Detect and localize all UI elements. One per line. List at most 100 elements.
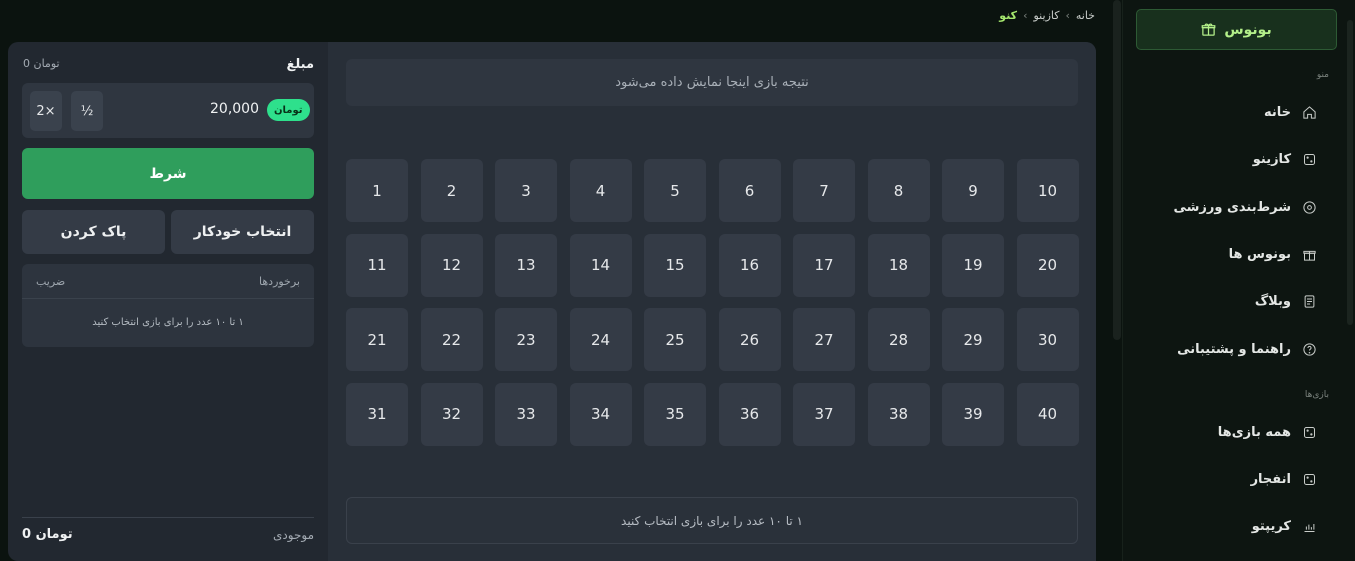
double-button[interactable]: 2× xyxy=(30,91,62,131)
number-cell-37[interactable]: 37 xyxy=(793,382,855,446)
number-cell-13[interactable]: 13 xyxy=(495,233,557,297)
sidebar-scrollbar[interactable] xyxy=(1347,20,1353,325)
number-cell-18[interactable]: 18 xyxy=(867,233,930,297)
chart-icon xyxy=(1301,518,1317,534)
result-bar: نتیجه بازی اینجا نمایش داده می‌شود xyxy=(346,59,1078,106)
menu-section-title: منو xyxy=(1316,70,1329,80)
bet-button[interactable]: شرط xyxy=(22,148,314,199)
hits-table: برخوردها ضریب ۱ تا ۱۰ عدد را برای بازی ا… xyxy=(22,264,314,347)
number-cell-32[interactable]: 32 xyxy=(420,382,483,446)
number-cell-27[interactable]: 27 xyxy=(793,308,855,371)
number-cell-40[interactable]: 40 xyxy=(1016,382,1079,446)
sidebar-item-label: انفجار xyxy=(1250,471,1291,487)
bonus-button-label: بونوس xyxy=(1224,21,1272,38)
balance-label: موجودی xyxy=(273,528,314,542)
divider xyxy=(22,517,314,518)
sidebar-item-casino[interactable]: کازینو xyxy=(1123,144,1341,174)
gift-icon xyxy=(1301,246,1317,262)
dice-icon xyxy=(1301,424,1317,440)
number-cell-22[interactable]: 22 xyxy=(420,308,483,371)
number-cell-1[interactable]: 1 xyxy=(346,159,408,222)
sidebar-item-label: کازینو xyxy=(1252,151,1291,167)
help-icon xyxy=(1301,341,1317,357)
sidebar: بونوس منو خانه کازینو شرط‌بندی ورزشی بون… xyxy=(1122,0,1355,561)
number-cell-36[interactable]: 36 xyxy=(718,382,781,446)
number-cell-10[interactable]: 10 xyxy=(1016,159,1079,222)
number-cell-9[interactable]: 9 xyxy=(942,159,1004,222)
number-cell-38[interactable]: 38 xyxy=(867,382,930,446)
number-cell-3[interactable]: 3 xyxy=(495,159,557,222)
number-cell-21[interactable]: 21 xyxy=(346,308,408,371)
ball-icon xyxy=(1301,199,1317,215)
hits-column-header: برخوردها xyxy=(259,274,300,288)
number-cell-31[interactable]: 31 xyxy=(346,382,408,446)
hits-table-header: برخوردها ضریب xyxy=(22,264,314,299)
multiplier-column-header: ضریب xyxy=(36,274,66,288)
hits-table-empty: ۱ تا ۱۰ عدد را برای بازی انتخاب کنید xyxy=(92,317,244,328)
number-cell-6[interactable]: 6 xyxy=(718,159,781,222)
sidebar-item-bonuses[interactable]: بونوس ها xyxy=(1123,239,1341,269)
number-cell-30[interactable]: 30 xyxy=(1016,308,1079,371)
number-cell-23[interactable]: 23 xyxy=(495,308,557,371)
sidebar-item-label: همه بازی‌ها xyxy=(1217,424,1291,440)
sidebar-item-blog[interactable]: وبلاگ xyxy=(1123,286,1341,316)
breadcrumb-home[interactable]: خانه xyxy=(1076,9,1095,22)
sidebar-item-label: شرط‌بندی ورزشی xyxy=(1173,199,1292,215)
half-button[interactable]: ½ xyxy=(71,91,103,131)
number-cell-39[interactable]: 39 xyxy=(942,382,1004,446)
number-cell-33[interactable]: 33 xyxy=(495,382,557,446)
sidebar-item-help[interactable]: راهنما و پشتیبانی xyxy=(1123,334,1341,364)
number-cell-34[interactable]: 34 xyxy=(569,382,632,446)
amount-value[interactable]: 20,000 xyxy=(210,101,259,117)
number-cell-15[interactable]: 15 xyxy=(644,233,706,297)
sidebar-item-label: خانه xyxy=(1263,104,1291,120)
sidebar-item-label: کریپتو xyxy=(1251,518,1291,534)
number-grid: 1 2 3 4 5 6 7 8 9 10 11 12 13 14 15 16 17 18 19 20 21 22 23 24 2… xyxy=(346,159,1079,446)
number-cell-28[interactable]: 28 xyxy=(867,308,930,371)
sidebar-item-sports[interactable]: شرط‌بندی ورزشی xyxy=(1123,192,1341,222)
currency-badge: تومان xyxy=(267,99,310,121)
blog-icon xyxy=(1301,293,1317,309)
number-cell-20[interactable]: 20 xyxy=(1016,233,1079,297)
number-cell-4[interactable]: 4 xyxy=(569,159,632,222)
number-cell-16[interactable]: 16 xyxy=(718,233,781,297)
sidebar-item-label: راهنما و پشتیبانی xyxy=(1177,341,1291,357)
number-cell-7[interactable]: 7 xyxy=(793,159,855,222)
games-section-title: بازی‌ها xyxy=(1304,390,1329,400)
sidebar-item-crash[interactable]: انفجار xyxy=(1123,464,1341,494)
sidebar-item-home[interactable]: خانه xyxy=(1123,97,1341,127)
number-cell-17[interactable]: 17 xyxy=(793,233,855,297)
number-cell-24[interactable]: 24 xyxy=(569,308,632,371)
amount-max: تومان 0 xyxy=(23,57,60,70)
sidebar-item-all-games[interactable]: همه بازی‌ها xyxy=(1123,417,1341,447)
number-cell-19[interactable]: 19 xyxy=(942,233,1004,297)
dice-icon xyxy=(1301,471,1317,487)
sidebar-item-label: بونوس ها xyxy=(1228,246,1291,262)
number-cell-2[interactable]: 2 xyxy=(420,159,483,222)
hint-bar: ۱ تا ۱۰ عدد را برای بازی انتخاب کنید xyxy=(346,497,1078,544)
dice-icon xyxy=(1301,151,1317,167)
breadcrumb-current: کنو xyxy=(999,9,1018,22)
number-cell-5[interactable]: 5 xyxy=(644,159,706,222)
breadcrumb-separator: › xyxy=(1065,9,1070,22)
number-cell-29[interactable]: 29 xyxy=(942,308,1004,371)
amount-label: مبلغ xyxy=(286,57,314,72)
number-cell-12[interactable]: 12 xyxy=(420,233,483,297)
clear-button[interactable]: پاک کردن xyxy=(22,210,165,254)
bonus-button[interactable]: بونوس xyxy=(1136,9,1337,50)
sidebar-item-crypto[interactable]: کریپتو xyxy=(1123,511,1341,541)
number-cell-14[interactable]: 14 xyxy=(569,233,632,297)
sidebar-item-label: وبلاگ xyxy=(1254,293,1291,309)
number-cell-35[interactable]: 35 xyxy=(644,382,706,446)
auto-pick-button[interactable]: انتخاب خودکار xyxy=(171,210,314,254)
breadcrumb-casino[interactable]: کازینو xyxy=(1034,9,1060,22)
home-icon xyxy=(1301,104,1317,120)
main-scrollbar[interactable] xyxy=(1113,0,1121,340)
number-cell-26[interactable]: 26 xyxy=(718,308,781,371)
breadcrumb-separator: › xyxy=(1023,9,1028,22)
breadcrumb: خانه › کازینو › کنو xyxy=(999,9,1095,22)
amount-input[interactable]: 2× ½ 20,000 تومان xyxy=(22,83,314,138)
number-cell-11[interactable]: 11 xyxy=(346,233,408,297)
number-cell-8[interactable]: 8 xyxy=(867,159,930,222)
number-cell-25[interactable]: 25 xyxy=(644,308,706,371)
